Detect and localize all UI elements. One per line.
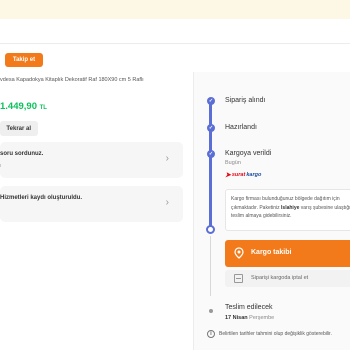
step-order-received: Sipariş alındı bbox=[225, 97, 266, 104]
location-pin-icon bbox=[234, 247, 244, 259]
header-bar bbox=[0, 19, 350, 43]
step-prepared: Hazırlandı bbox=[225, 124, 257, 131]
track-shipment-label: Kargo takibi bbox=[251, 249, 292, 256]
shipping-info-box: Kargo firması bulunduğunuz bölgede dağıt… bbox=[225, 189, 350, 231]
shipping-info-text: Kargo firması bulunduğunuz bölgede dağıt… bbox=[231, 196, 350, 219]
cancel-box-icon bbox=[234, 274, 243, 283]
service-card[interactable]: Hizmetleri kaydı oluşturuldu. › bbox=[0, 186, 183, 222]
cancel-in-transit-button[interactable]: Siparişi kargoda iptal et bbox=[225, 270, 350, 287]
service-card-text: Hizmetleri kaydı oluşturuldu. bbox=[0, 195, 83, 201]
top-banner bbox=[0, 0, 350, 19]
info-icon: i bbox=[207, 330, 215, 338]
question-card-subtext: ı bbox=[0, 163, 2, 169]
carrier-arrow-icon: ➤ bbox=[225, 172, 231, 179]
carrier-logo: ➤ surat kargo bbox=[225, 171, 261, 179]
track-shipment-button[interactable]: Kargo takibi bbox=[225, 240, 350, 267]
header-divider bbox=[0, 43, 350, 44]
chevron-right-icon: › bbox=[165, 153, 169, 164]
product-price: 1.449,90 TL bbox=[0, 101, 47, 112]
carrier-name-part2: kargo bbox=[246, 172, 262, 178]
check-icon: ✓ bbox=[207, 124, 215, 132]
current-position-icon bbox=[206, 225, 215, 234]
price-currency: TL bbox=[39, 105, 47, 111]
timeline-pending-line bbox=[210, 236, 211, 296]
check-icon: ✓ bbox=[207, 150, 215, 158]
follow-button[interactable]: Takip et bbox=[5, 53, 43, 67]
check-icon: ✓ bbox=[207, 97, 215, 105]
product-title[interactable]: vdesa Kapadokya Kitaplık Dekoratif Raf 1… bbox=[0, 77, 185, 83]
chevron-right-icon: › bbox=[165, 197, 169, 208]
step-delivery: Teslim edilecek bbox=[225, 304, 273, 311]
question-card-text: soru sordunuz. bbox=[0, 151, 44, 157]
carrier-name-part1: surat bbox=[231, 172, 246, 178]
timeline-progress-line bbox=[209, 100, 212, 228]
estimate-note: i Belirtilen tarihler tahmini olup değiş… bbox=[207, 330, 332, 338]
estimate-note-text: Belirtilen tarihler tahmini olup değişik… bbox=[219, 331, 332, 337]
cancel-label: Siparişi kargoda iptal et bbox=[251, 275, 309, 281]
step-shipped: Kargoya verildi bbox=[225, 150, 272, 157]
pending-step-dot bbox=[209, 309, 213, 313]
delivery-date: 17 Nisan Perşembe bbox=[225, 315, 275, 321]
question-card[interactable]: soru sordunuz. ı › bbox=[0, 142, 183, 178]
arrival-city: Islahiye bbox=[281, 204, 300, 211]
price-value: 1.449,90 bbox=[0, 101, 37, 112]
reorder-button[interactable]: Tekrar al bbox=[0, 121, 38, 136]
step-shipped-date: Bugün bbox=[225, 160, 241, 166]
